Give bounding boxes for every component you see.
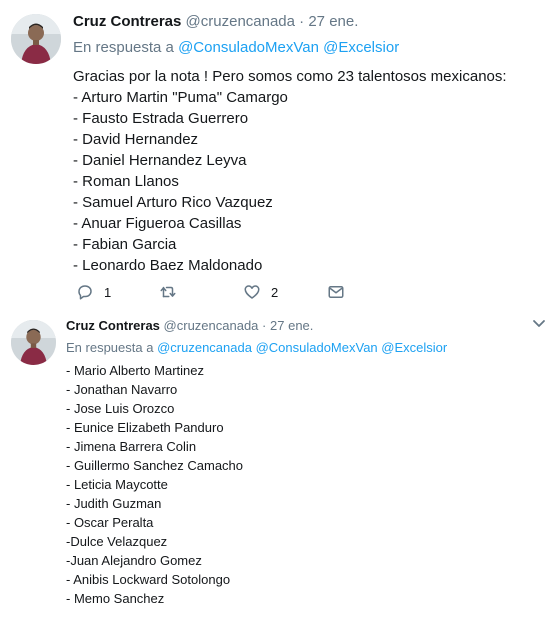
more-options-button[interactable] xyxy=(532,319,546,329)
tweet-line: -Juan Alejandro Gomez xyxy=(66,553,202,568)
tweet-1[interactable]: Cruz Contreras @cruzencanada · 27 ene. E… xyxy=(0,0,558,300)
avatar-image xyxy=(11,14,61,64)
mention-link[interactable]: @Excelsior xyxy=(381,340,447,355)
tweet-text: - Arturo Martin "Puma" Camargo - Fausto … xyxy=(73,87,543,276)
author-name[interactable]: Cruz Contreras xyxy=(73,13,181,30)
tweet-line: - Leticia Maycotte xyxy=(66,477,168,492)
tweet-intro: Gracias por la nota ! Pero somos como 23… xyxy=(73,68,507,85)
retweet-button[interactable] xyxy=(159,283,177,301)
tweet-2[interactable]: Cruz Contreras @cruzencanada · 27 ene. E… xyxy=(0,305,558,620)
tweet-actions: 1 2 xyxy=(76,283,376,305)
reply-context: En respuesta a @cruzencanada @ConsuladoM… xyxy=(66,339,536,357)
tweet-header: Cruz Contreras @cruzencanada · 27 ene. xyxy=(66,316,536,336)
tweet-line: - Oscar Peralta xyxy=(66,515,154,530)
tweet-line: - Judith Guzman xyxy=(66,496,162,511)
like-count: 2 xyxy=(271,284,279,300)
reply-context: En respuesta a @ConsuladoMexVan @Excelsi… xyxy=(73,38,543,58)
avatar-image xyxy=(11,320,56,365)
heart-icon xyxy=(244,285,260,299)
tweet-line: - Mario Alberto Martinez xyxy=(66,363,204,378)
reply-prefix: En respuesta a xyxy=(66,340,154,355)
tweet-line: - Leonardo Baez Maldonado xyxy=(73,257,263,274)
tweet-line: - Roman Llanos xyxy=(73,173,179,190)
tweet-line: - Arturo Martin "Puma" Camargo xyxy=(73,89,288,106)
reply-count: 1 xyxy=(104,284,112,300)
tweet-header: Cruz Contreras @cruzencanada · 27 ene. xyxy=(73,12,543,32)
like-button[interactable]: 2 xyxy=(243,283,278,301)
tweet-line: - Guillermo Sanchez Camacho xyxy=(66,458,244,473)
author-handle[interactable]: @cruzencanada xyxy=(164,318,259,333)
direct-message-button[interactable] xyxy=(327,283,345,301)
separator-dot: · xyxy=(299,13,305,30)
tweet-date[interactable]: 27 ene. xyxy=(308,13,358,30)
chevron-down-icon xyxy=(533,320,545,327)
envelope-icon xyxy=(328,286,344,298)
tweet-date[interactable]: 27 ene. xyxy=(270,318,313,333)
tweet-text: - Mario Alberto Martinez - Jonathan Nava… xyxy=(66,361,536,608)
reply-icon xyxy=(78,285,92,300)
separator-dot: · xyxy=(262,318,267,333)
mention-link[interactable]: @Excelsior xyxy=(323,39,399,56)
tweet-line: - Jonathan Navarro xyxy=(66,382,178,397)
tweet-line: - Anuar Figueroa Casillas xyxy=(73,215,242,232)
author-name[interactable]: Cruz Contreras xyxy=(66,318,160,333)
mention-link[interactable]: @ConsuladoMexVan xyxy=(178,39,319,56)
tweet-line: - Jose Luis Orozco xyxy=(66,401,175,416)
mention-link[interactable]: @cruzencanada xyxy=(157,340,252,355)
author-handle[interactable]: @cruzencanada xyxy=(186,13,295,30)
avatar[interactable] xyxy=(11,14,61,64)
reply-button[interactable]: 1 xyxy=(76,283,111,301)
avatar[interactable] xyxy=(11,320,56,365)
retweet-icon xyxy=(160,286,176,298)
tweet-line: - Samuel Arturo Rico Vazquez xyxy=(73,194,273,211)
tweet-line: - Fausto Estrada Guerrero xyxy=(73,110,249,127)
tweet-line: -Dulce Velazquez xyxy=(66,534,168,549)
tweet-line: - David Hernandez xyxy=(73,131,199,148)
tweet-line: - Daniel Hernandez Leyva xyxy=(73,152,247,169)
tweet-line: - Anibis Lockward Sotolongo xyxy=(66,572,231,587)
tweet-line: - Fabian Garcia xyxy=(73,236,177,253)
tweet-line: - Eunice Elizabeth Panduro xyxy=(66,420,224,435)
reply-prefix: En respuesta a xyxy=(73,39,174,56)
tweet-line: - Jimena Barrera Colin xyxy=(66,439,197,454)
mention-link[interactable]: @ConsuladoMexVan xyxy=(256,340,378,355)
tweet-line: - Memo Sanchez xyxy=(66,591,165,606)
